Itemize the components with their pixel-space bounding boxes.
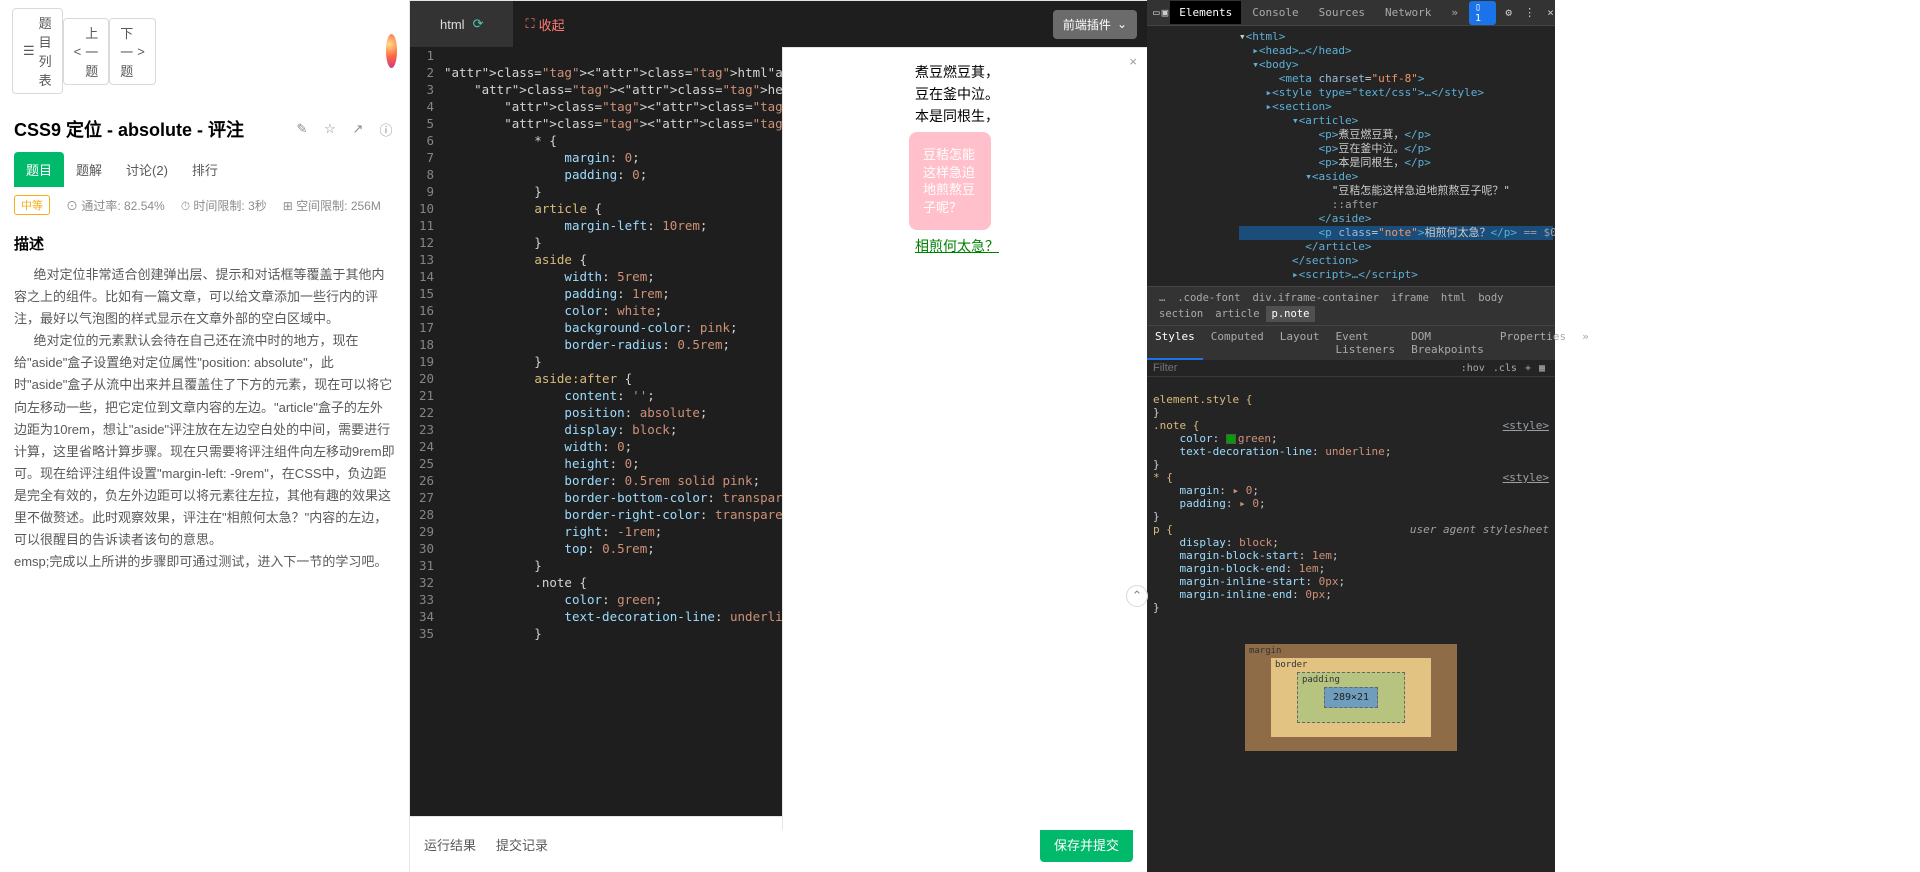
edit-icon[interactable]: ✎ [293,120,311,138]
section-heading: 描述 [0,223,409,258]
collapse-arrow-icon[interactable]: ⌃ [1126,585,1148,607]
collapse-button[interactable]: ⛶ 收起 [513,15,576,34]
note-text: 相煎何太急？ [915,236,1135,256]
more-styles-tabs[interactable]: » [1574,326,1597,360]
filter-input[interactable] [1153,362,1457,374]
menu-icon: ☰ [23,43,35,59]
difficulty-badge: 中等 [14,195,50,215]
tab-discuss[interactable]: 讨论(2) [114,152,180,187]
devtools-tab-network[interactable]: Network [1376,1,1440,24]
new-style-icon[interactable]: + [1521,363,1535,374]
save-submit-button[interactable]: 保存并提交 [1040,827,1133,862]
pass-rate: ⊙ 通过率: 82.54% [66,197,165,214]
devtools-close-icon[interactable]: × [1542,3,1559,23]
close-icon[interactable]: × [1129,54,1137,69]
star-icon[interactable]: ☆ [321,120,339,138]
issues-badge[interactable]: ▯ 1 [1469,1,1496,25]
preview-output: 煮豆燃豆萁， 豆在釜中泣。 本是同根生， 豆秸怎能这样急迫地煎熬豆子呢？ 相煎何… [915,62,1135,256]
hov-toggle[interactable]: :hov [1457,363,1489,374]
box-model: margin border padding 289×21 [1147,630,1555,765]
reload-icon[interactable]: ⟳ [473,16,484,32]
plugin-button[interactable]: 前端插件 ⌄ [1053,10,1137,39]
time-limit: ⏱ 时间限制: 3秒 [181,197,267,214]
description: 绝对定位非常适合创建弹出层、提示和对话框等覆盖于其他内容之上的组件。比如有一篇文… [0,258,409,587]
dom-tree[interactable]: ▾<html> ▸<head>…</head> ▾<body> <meta ch… [1147,26,1555,286]
devtools-tab-console[interactable]: Console [1243,1,1307,24]
tab-problem[interactable]: 题目 [14,152,64,187]
cls-toggle[interactable]: .cls [1489,363,1521,374]
page-title: CSS9 定位 - absolute - 评注 [14,116,244,142]
expand-icon: ⛶ [525,16,534,32]
computed-panel-icon[interactable]: ▦ [1535,363,1549,374]
share-icon[interactable]: ↗ [349,120,367,138]
dom-breakpoints-tab[interactable]: DOM Breakpoints [1403,326,1492,360]
prev-button[interactable]: < 上一题 [63,18,110,85]
event-listeners-tab[interactable]: Event Listeners [1327,326,1403,360]
devtools-tab-elements[interactable]: Elements [1170,1,1241,24]
run-result-tab[interactable]: 运行结果 [424,835,476,854]
gear-icon[interactable]: ⚙ [1500,3,1517,23]
computed-tab[interactable]: Computed [1203,326,1272,360]
next-button[interactable]: 下一题 > [109,18,156,85]
chevron-down-icon: ⌄ [1117,17,1127,31]
inspect-icon[interactable]: ▭ [1153,3,1160,23]
device-icon[interactable]: ▣ [1162,3,1169,23]
submit-history-tab[interactable]: 提交记录 [496,835,548,854]
styles-panel[interactable]: element.style { } <style>.note { color: … [1147,377,1555,630]
devtools-tab-sources[interactable]: Sources [1310,1,1374,24]
aside-bubble: 豆秸怎能这样急迫地煎熬豆子呢？ [909,132,991,230]
editor-lang-tab[interactable]: html ⟳ [410,1,513,47]
properties-tab[interactable]: Properties [1492,326,1574,360]
avatar[interactable] [386,34,397,68]
space-limit: ⊞ 空间限制: 256M [283,197,381,214]
layout-tab[interactable]: Layout [1272,326,1328,360]
tab-solution[interactable]: 题解 [64,152,114,187]
problem-list-button[interactable]: ☰ 题目列表 [12,8,63,94]
info-icon[interactable]: ⓘ [377,120,395,138]
breadcrumb[interactable]: … .code-font div.iframe-container iframe… [1147,286,1555,326]
kebab-icon[interactable]: ⋮ [1521,3,1538,23]
tab-rank[interactable]: 排行 [180,152,230,187]
devtools-more-tabs[interactable]: » [1442,1,1467,24]
styles-tab[interactable]: Styles [1147,326,1203,360]
